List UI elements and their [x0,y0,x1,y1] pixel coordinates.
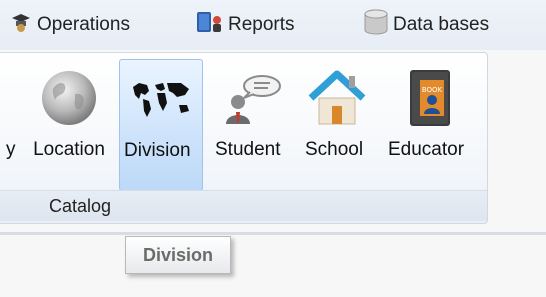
ribbon-button-partial[interactable]: y [0,59,25,191]
location-button[interactable]: Location [27,59,111,191]
top-menu-bar: Operations Reports Data bases [0,0,546,50]
student-button[interactable]: Student [213,59,291,191]
student-speech-icon [216,63,288,133]
division-button-label: Division [124,140,191,161]
ribbon-catalog-group: y Location Division Student School BOOK … [0,52,488,224]
educator-button[interactable]: BOOK Educator [385,59,475,191]
tab-reports[interactable]: Reports [195,10,295,40]
globe-icon [33,63,105,133]
division-button[interactable]: Division [119,59,203,191]
tab-databases-label: Data bases [393,14,490,35]
school-button-label: School [305,139,364,160]
tooltip: Division [125,236,231,274]
reports-book-icon [195,9,225,41]
svg-text:BOOK: BOOK [422,86,443,94]
tab-reports-label: Reports [228,14,295,35]
book-person-icon: BOOK [394,63,466,133]
tab-operations-label: Operations [37,14,130,35]
ribbon-button-partial-label: y [6,139,16,160]
app-window: Operations Reports Data bases y Location… [0,0,546,297]
location-button-label: Location [33,139,105,160]
tooltip-text: Division [142,244,213,265]
operations-icon [8,11,34,39]
ribbon-group-footer: Catalog [0,190,487,221]
school-button[interactable]: School [303,59,371,191]
student-button-label: Student [215,139,281,160]
database-icon [362,9,390,41]
house-icon [301,63,373,133]
world-map-icon [125,64,197,134]
tab-databases[interactable]: Data bases [362,9,490,41]
educator-button-label: Educator [388,139,465,160]
divider [0,232,546,235]
ribbon-group-label: Catalog [49,195,112,216]
tab-operations[interactable]: Operations [8,10,130,40]
